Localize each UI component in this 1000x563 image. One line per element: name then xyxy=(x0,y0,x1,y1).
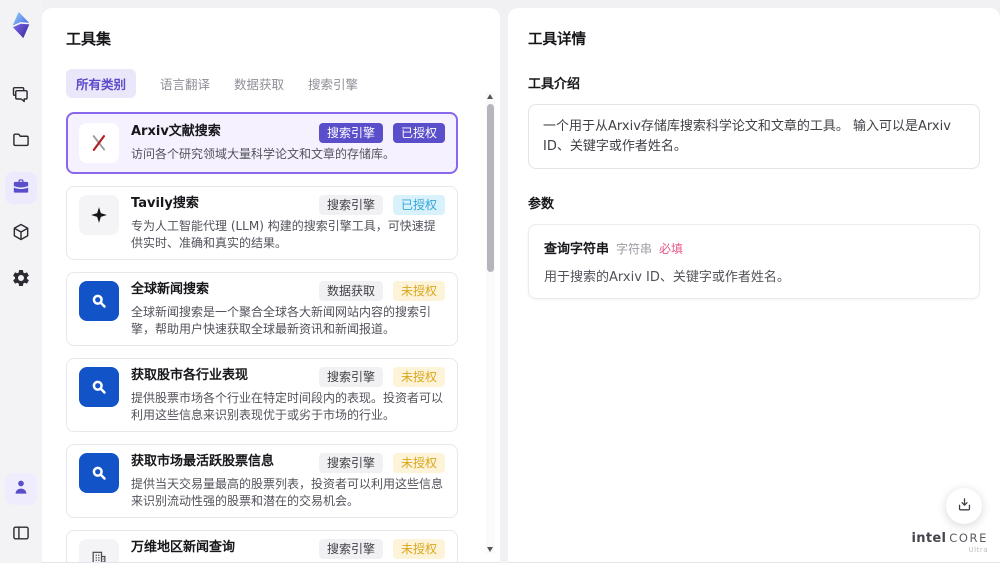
sidebar-item-models[interactable] xyxy=(5,218,37,250)
panel-icon xyxy=(11,523,31,547)
status-badge: 已授权 xyxy=(392,123,445,143)
news-search-icon xyxy=(79,453,119,493)
tool-name: Tavily搜索 xyxy=(131,196,199,211)
download-button[interactable] xyxy=(946,488,982,524)
category-badge: 数据获取 xyxy=(318,281,383,301)
status-badge: 未授权 xyxy=(392,539,445,559)
status-badge: 未授权 xyxy=(392,367,445,387)
tool-list-panel: 工具集 所有类别 语言翻译 数据获取 搜索引擎 Arxiv文献搜索 搜索引擎 已… xyxy=(42,8,500,563)
list-scrollbar[interactable] xyxy=(486,92,495,554)
briefcase-icon xyxy=(11,176,31,200)
tool-name: 获取股市各行业表现 xyxy=(131,368,249,383)
tool-name: 万维地区新闻查询 xyxy=(131,540,236,555)
status-badge: 未授权 xyxy=(392,281,445,301)
tool-name: 获取市场最活跃股票信息 xyxy=(131,454,275,469)
intel-brand-text: intel xyxy=(911,531,947,546)
parameter-card: 查询字符串 字符串 必填 用于搜索的Arxiv ID、关键字或作者姓名。 xyxy=(528,224,980,299)
parameter-name: 查询字符串 xyxy=(544,242,610,257)
sparkle-icon xyxy=(79,195,119,235)
tool-card-global-news[interactable]: 全球新闻搜索 数据获取 未授权 全球新闻搜索是一个聚合全球各大新闻网站内容的搜索… xyxy=(66,272,458,346)
tool-card-tavily[interactable]: Tavily搜索 搜索引擎 已授权 专为人工智能代理 (LLM) 构建的搜索引擎… xyxy=(66,186,458,260)
tool-description: 提供当天交易量最高的股票列表，投资者可以利用这些信息来识别流动性强的股票和潜在的… xyxy=(131,477,444,508)
scroll-up-arrow-icon[interactable] xyxy=(487,94,493,99)
category-badge: 搜索引擎 xyxy=(318,195,383,215)
tool-detail-panel: 工具详情 工具介绍 一个用于从Arxiv存储库搜索科学论文和文章的工具。 输入可… xyxy=(508,8,1000,563)
arxiv-logo-icon xyxy=(79,123,119,163)
tab-all-categories[interactable]: 所有类别 xyxy=(66,69,137,98)
category-badge: 搜索引擎 xyxy=(318,123,383,143)
page-title: 工具集 xyxy=(66,30,112,48)
tool-name: Arxiv文献搜索 xyxy=(131,124,221,139)
sidebar-item-settings[interactable] xyxy=(5,264,37,296)
ultra-brand-text: Ultra xyxy=(968,546,988,554)
sidebar-item-account[interactable] xyxy=(5,473,37,505)
scroll-down-arrow-icon[interactable] xyxy=(487,547,493,552)
category-badge: 搜索引擎 xyxy=(318,367,383,387)
category-badge: 搜索引擎 xyxy=(318,539,383,559)
building-icon xyxy=(79,539,119,562)
status-badge: 未授权 xyxy=(392,453,445,473)
left-icon-rail xyxy=(0,0,42,563)
parameter-required-badge: 必填 xyxy=(659,242,684,256)
sidebar-item-toolbox[interactable] xyxy=(5,172,37,204)
status-badge: 已授权 xyxy=(392,195,445,215)
scrollbar-thumb[interactable] xyxy=(487,104,494,272)
intel-core-logo: intel CORE Ultra xyxy=(912,532,988,554)
tool-name: 全球新闻搜索 xyxy=(131,282,210,297)
tool-card-sector-performance[interactable]: 获取股市各行业表现 搜索引擎 未授权 提供股票市场各个行业在特定时间段内的表现。… xyxy=(66,358,458,432)
user-icon xyxy=(11,477,31,501)
folder-icon xyxy=(11,130,31,154)
news-search-icon xyxy=(79,367,119,407)
category-tabs: 所有类别 语言翻译 数据获取 搜索引擎 xyxy=(66,69,476,98)
detail-title: 工具详情 xyxy=(528,32,586,48)
sidebar-item-files[interactable] xyxy=(5,126,37,158)
tool-intro-text: 一个用于从Arxiv存储库搜索科学论文和文章的工具。 输入可以是Arxiv ID… xyxy=(528,104,980,169)
intro-heading: 工具介绍 xyxy=(528,77,581,92)
parameter-type: 字符串 xyxy=(616,242,653,256)
app-window: 工具集 所有类别 语言翻译 数据获取 搜索引擎 Arxiv文献搜索 搜索引擎 已… xyxy=(0,0,1000,563)
tab-search-engine[interactable]: 搜索引擎 xyxy=(308,74,358,93)
parameter-description: 用于搜索的Arxiv ID、关键字或作者姓名。 xyxy=(544,270,790,285)
tab-data-fetch[interactable]: 数据获取 xyxy=(234,74,284,93)
sidebar-item-chat[interactable] xyxy=(5,80,37,112)
chat-icon xyxy=(11,84,31,108)
cube-icon xyxy=(11,222,31,246)
tab-translation[interactable]: 语言翻译 xyxy=(160,74,210,93)
tool-description: 访问各个研究领域大量科学论文和文章的存储库。 xyxy=(131,147,396,161)
gear-icon xyxy=(11,268,31,292)
app-logo xyxy=(6,10,36,40)
sidebar-item-panel-toggle[interactable] xyxy=(5,519,37,551)
news-search-icon xyxy=(79,281,119,321)
tool-card-arxiv[interactable]: Arxiv文献搜索 搜索引擎 已授权 访问各个研究领域大量科学论文和文章的存储库… xyxy=(66,112,458,174)
tool-description: 专为人工智能代理 (LLM) 构建的搜索引擎工具，可快速提供实时、准确和真实的结… xyxy=(131,219,436,250)
core-brand-text: CORE xyxy=(949,531,988,545)
tool-description: 全球新闻搜索是一个聚合全球各大新闻网站内容的搜索引擎，帮助用户快速获取全球最新资… xyxy=(131,305,432,336)
tool-card-list: Arxiv文献搜索 搜索引擎 已授权 访问各个研究领域大量科学论文和文章的存储库… xyxy=(66,112,476,562)
download-icon xyxy=(956,496,973,517)
tool-card-regional-news[interactable]: 万维地区新闻查询 搜索引擎 未授权 查询具体行政区划内的新闻，快速了解各地新闻动 xyxy=(66,530,458,562)
tool-card-active-stocks[interactable]: 获取市场最活跃股票信息 搜索引擎 未授权 提供当天交易量最高的股票列表，投资者可… xyxy=(66,444,458,518)
tool-description: 提供股票市场各个行业在特定时间段内的表现。投资者可以利用这些信息来识别表现优于或… xyxy=(131,391,444,422)
category-badge: 搜索引擎 xyxy=(318,453,383,473)
params-heading: 参数 xyxy=(528,197,555,212)
